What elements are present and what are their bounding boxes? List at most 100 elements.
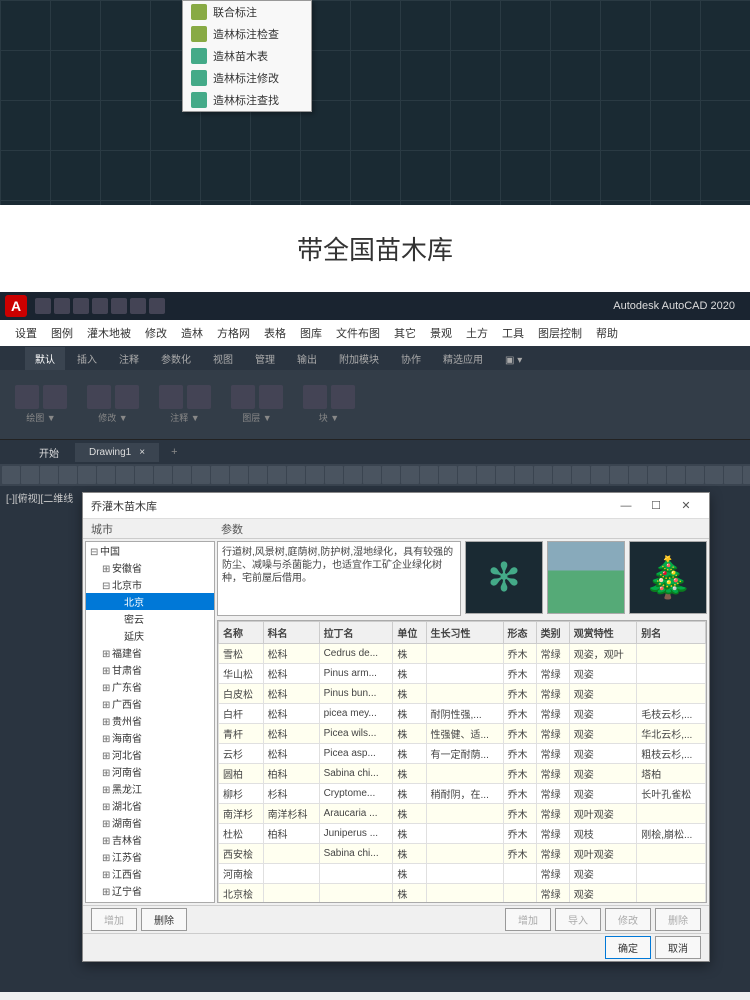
ok-button[interactable]: 确定 bbox=[605, 936, 651, 959]
toolbar-icon[interactable] bbox=[686, 466, 704, 484]
plant-table[interactable]: 名称科名拉丁名单位生长习性形态类别观赏特性别名雪松松科Cedrus de...株… bbox=[217, 620, 707, 903]
tree-item[interactable]: ⊞内蒙古 bbox=[86, 899, 214, 903]
toolbar-icon[interactable] bbox=[173, 466, 191, 484]
expander-icon[interactable]: ⊞ bbox=[102, 734, 112, 745]
tree-item[interactable]: 密云 bbox=[86, 610, 214, 627]
tree-item[interactable]: ⊞湖南省 bbox=[86, 814, 214, 831]
toolbar-icon[interactable] bbox=[192, 466, 210, 484]
toolbar-icon[interactable] bbox=[211, 466, 229, 484]
expander-icon[interactable]: ⊞ bbox=[102, 870, 112, 881]
expander-icon[interactable]: ⊞ bbox=[102, 683, 112, 694]
toolbar-icon[interactable] bbox=[477, 466, 495, 484]
tree-item[interactable]: ⊞甘肃省 bbox=[86, 661, 214, 678]
column-header[interactable]: 形态 bbox=[503, 622, 536, 644]
ribbon-tab[interactable]: 附加模块 bbox=[329, 347, 389, 370]
menu-item[interactable]: 工具 bbox=[502, 325, 524, 341]
description-text[interactable]: 行道树,风景树,庭荫树,防护树,湿地绿化，具有较强的防尘、减噪与杀菌能力，也适宜… bbox=[217, 541, 461, 616]
ribbon-icon[interactable] bbox=[187, 385, 211, 409]
app-logo[interactable]: A bbox=[5, 295, 27, 317]
toolbar-icon[interactable] bbox=[420, 466, 438, 484]
menu-item[interactable]: 造林 bbox=[181, 325, 203, 341]
toolbar-icon[interactable] bbox=[344, 466, 362, 484]
expander-icon[interactable]: ⊞ bbox=[102, 649, 112, 660]
ribbon-tab[interactable]: 管理 bbox=[245, 347, 285, 370]
menu-item[interactable]: 土方 bbox=[466, 325, 488, 341]
tree-item[interactable]: ⊞河南省 bbox=[86, 763, 214, 780]
table-row[interactable]: 南洋杉南洋杉科Araucaria ...株乔木常绿观叶观姿 bbox=[219, 804, 706, 824]
ribbon-icon[interactable] bbox=[87, 385, 111, 409]
menu-item[interactable]: 设置 bbox=[15, 325, 37, 341]
toolbar-icon[interactable] bbox=[534, 466, 552, 484]
table-row[interactable]: 雪松松科Cedrus de...株乔木常绿观姿，观叶 bbox=[219, 644, 706, 664]
ribbon-icon[interactable] bbox=[115, 385, 139, 409]
delete-button[interactable]: 删除 bbox=[655, 908, 701, 931]
column-header[interactable]: 类别 bbox=[536, 622, 569, 644]
ribbon-icon[interactable] bbox=[231, 385, 255, 409]
toolbar-icon[interactable] bbox=[287, 466, 305, 484]
qat-icon[interactable] bbox=[111, 298, 127, 314]
toolbar-icon[interactable] bbox=[496, 466, 514, 484]
column-header[interactable]: 别名 bbox=[637, 622, 706, 644]
ribbon-tab[interactable]: 精选应用 bbox=[433, 347, 493, 370]
ribbon-icon[interactable] bbox=[15, 385, 39, 409]
tree-item[interactable]: ⊞江苏省 bbox=[86, 848, 214, 865]
tree-item[interactable]: ⊞吉林省 bbox=[86, 831, 214, 848]
table-row[interactable]: 华山松松科Pinus arm...株乔木常绿观姿 bbox=[219, 664, 706, 684]
table-row[interactable]: 河南桧株常绿观姿 bbox=[219, 864, 706, 884]
ribbon-tab[interactable]: 输出 bbox=[287, 347, 327, 370]
ribbon-tab[interactable]: 注释 bbox=[109, 347, 149, 370]
cancel-button[interactable]: 取消 bbox=[655, 936, 701, 959]
expander-icon[interactable]: ⊟ bbox=[90, 547, 100, 558]
qat-icon[interactable] bbox=[73, 298, 89, 314]
expander-icon[interactable]: ⊞ bbox=[102, 666, 112, 677]
tab-start[interactable]: 开始 bbox=[25, 441, 73, 464]
tree-item[interactable]: ⊞安徽省 bbox=[86, 559, 214, 576]
toolbar-icon[interactable] bbox=[610, 466, 628, 484]
toolbar-icon[interactable] bbox=[21, 466, 39, 484]
ribbon-tab[interactable]: 参数化 bbox=[151, 347, 201, 370]
toolbar-icon[interactable] bbox=[154, 466, 172, 484]
column-header[interactable]: 拉丁名 bbox=[319, 622, 393, 644]
qat-icon[interactable] bbox=[54, 298, 70, 314]
column-header[interactable]: 科名 bbox=[263, 622, 319, 644]
ribbon-icon[interactable] bbox=[303, 385, 327, 409]
toolbar-icon[interactable] bbox=[743, 466, 750, 484]
tree-item[interactable]: 北京 bbox=[86, 593, 214, 610]
table-row[interactable]: 白杆松科picea mey...株耐阴性强,...乔木常绿观姿毛枝云杉,... bbox=[219, 704, 706, 724]
column-header[interactable]: 观赏特性 bbox=[569, 622, 636, 644]
toolbar-icon[interactable] bbox=[325, 466, 343, 484]
menu-item[interactable]: 图层控制 bbox=[538, 325, 582, 341]
ribbon-icon[interactable] bbox=[159, 385, 183, 409]
toolbar-icon[interactable] bbox=[268, 466, 286, 484]
table-row[interactable]: 西安桧Sabina chi...株乔木常绿观叶观姿 bbox=[219, 844, 706, 864]
toolbar-icon[interactable] bbox=[97, 466, 115, 484]
toolbar-icon[interactable] bbox=[439, 466, 457, 484]
menu-item[interactable]: 表格 bbox=[264, 325, 286, 341]
add-button[interactable]: 增加 bbox=[505, 908, 551, 931]
menu-item[interactable]: 灌木地被 bbox=[87, 325, 131, 341]
tree-item[interactable]: ⊞海南省 bbox=[86, 729, 214, 746]
toolbar-icon[interactable] bbox=[78, 466, 96, 484]
edit-button[interactable]: 修改 bbox=[605, 908, 651, 931]
toolbar-icon[interactable] bbox=[458, 466, 476, 484]
toolbar-icon[interactable] bbox=[382, 466, 400, 484]
expander-icon[interactable]: ⊞ bbox=[102, 564, 112, 575]
toolbar-icon[interactable] bbox=[363, 466, 381, 484]
column-header[interactable]: 名称 bbox=[219, 622, 264, 644]
menu-item[interactable]: 帮助 bbox=[596, 325, 618, 341]
add-left-button[interactable]: 增加 bbox=[91, 908, 137, 931]
menu-item[interactable]: 造林标注修改 bbox=[183, 67, 311, 89]
tab-drawing[interactable]: Drawing1 × bbox=[75, 443, 159, 462]
ribbon-icon[interactable] bbox=[259, 385, 283, 409]
toolbar-icon[interactable] bbox=[2, 466, 20, 484]
new-tab-button[interactable]: + bbox=[161, 442, 187, 462]
table-row[interactable]: 北京桧株常绿观姿 bbox=[219, 884, 706, 904]
expander-icon[interactable]: ⊞ bbox=[102, 836, 112, 847]
tree-item[interactable]: ⊟中国 bbox=[86, 542, 214, 559]
expander-icon[interactable]: ⊞ bbox=[102, 768, 112, 779]
delete-left-button[interactable]: 删除 bbox=[141, 908, 187, 931]
tree-item[interactable]: ⊞湖北省 bbox=[86, 797, 214, 814]
toolbar-icon[interactable] bbox=[116, 466, 134, 484]
ribbon-group[interactable]: 注释 ▼ bbox=[159, 385, 211, 424]
ribbon-group[interactable]: 图层 ▼ bbox=[231, 385, 283, 424]
